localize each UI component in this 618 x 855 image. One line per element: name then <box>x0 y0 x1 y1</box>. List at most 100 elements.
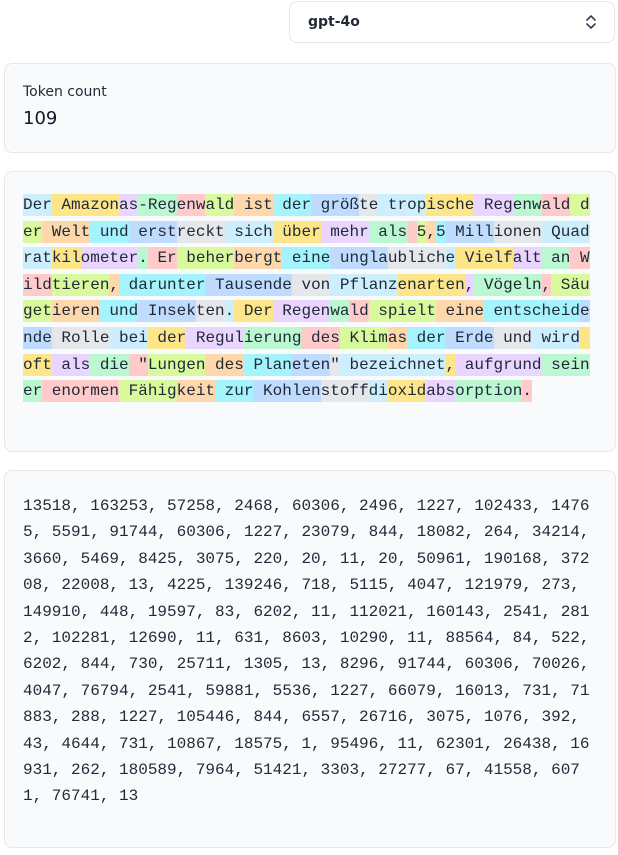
token: ald <box>541 194 571 216</box>
token-count-label: Token count <box>23 84 107 100</box>
token: über <box>272 220 321 243</box>
token: " <box>330 353 340 376</box>
token: Klim <box>339 326 388 349</box>
token: ometer <box>80 247 139 270</box>
token: ungla <box>330 247 388 270</box>
token: , <box>426 220 436 243</box>
token: " <box>128 353 148 376</box>
token: Plan <box>243 353 292 376</box>
token: Insek <box>138 300 196 323</box>
token: der <box>272 194 312 216</box>
token: ische <box>426 194 475 216</box>
token: enw <box>512 194 542 216</box>
token: eten <box>291 353 331 376</box>
token: . <box>138 247 148 270</box>
token: wird <box>531 326 580 349</box>
token: und <box>90 220 129 243</box>
token: , <box>541 273 552 296</box>
token: Mill <box>445 220 494 243</box>
token: Erde <box>445 326 494 349</box>
token: zur <box>215 380 254 403</box>
token: as <box>119 194 139 216</box>
token: . <box>522 380 532 403</box>
token: aufgrund <box>455 353 542 376</box>
tokenized-text: Der Amazonas-Regenwald ist der größte tr… <box>23 192 594 405</box>
token: Amazon <box>51 194 120 216</box>
token: Der <box>23 194 52 216</box>
token: ald <box>205 194 235 216</box>
token: alt <box>512 247 542 270</box>
token: stoff <box>320 380 369 403</box>
token-ids-text: 13518, 163253, 57258, 2468, 60306, 2496,… <box>23 497 590 806</box>
token: ionen <box>493 220 542 243</box>
token: -Reg <box>138 194 177 216</box>
model-select[interactable]: gpt-4o <box>289 1 615 43</box>
token: as <box>387 326 408 349</box>
token: darunter <box>119 273 206 296</box>
token: beher <box>176 247 235 270</box>
token: Regen <box>272 300 331 323</box>
token-ids-card: 13518, 163253, 57258, 2468, 60306, 2496,… <box>4 470 616 848</box>
token: ld <box>349 300 369 323</box>
token: Rolle <box>51 326 110 349</box>
token: oxid <box>387 380 427 403</box>
token: Tausende <box>205 273 292 296</box>
tokenized-text-card: Der Amazonas-Regenwald ist der größte tr… <box>4 171 616 452</box>
token: Pflanz <box>330 273 398 296</box>
token: e <box>445 247 456 270</box>
token: mehr <box>320 220 369 243</box>
token: Der <box>234 300 273 323</box>
token-count-value: 109 <box>23 108 58 129</box>
token: , <box>464 273 475 296</box>
token: Fähig <box>119 380 177 403</box>
token: und <box>493 326 532 349</box>
token: Kohlen <box>253 380 321 403</box>
token: ieren <box>51 300 100 323</box>
token: reckt <box>176 220 225 243</box>
token <box>407 220 417 243</box>
token: des <box>205 353 244 376</box>
token: der <box>407 326 446 349</box>
token: der <box>147 326 187 349</box>
token: erst <box>128 220 177 243</box>
token: von <box>291 273 331 296</box>
token: eine <box>435 300 484 323</box>
token: abs <box>426 380 456 403</box>
token: Vielf <box>455 247 513 270</box>
token: an <box>541 247 571 270</box>
token: entscheid <box>483 300 580 323</box>
token: ierung <box>243 326 302 349</box>
token: Er <box>147 247 177 270</box>
token: 5 <box>435 220 446 243</box>
token: , <box>445 353 456 376</box>
token-count-card: Token count 109 <box>4 63 616 153</box>
model-select-value: gpt-4o <box>308 14 360 30</box>
token: des <box>301 326 340 349</box>
token: größ <box>311 194 360 216</box>
token: bezeichnet <box>339 353 446 376</box>
token: Welt <box>42 220 91 243</box>
chevron-up-down-icon <box>586 15 596 29</box>
token: kil <box>51 247 81 270</box>
token: te <box>359 194 379 216</box>
token: di <box>368 380 388 403</box>
token: enw <box>176 194 206 216</box>
token: tieren <box>51 273 110 296</box>
token: als <box>51 353 91 376</box>
token: sich <box>224 220 273 243</box>
token: enormen <box>42 380 120 403</box>
token: wa <box>330 300 350 323</box>
token: Lungen <box>147 353 206 376</box>
token: spielt <box>368 300 436 323</box>
token: Vögeln <box>474 273 542 296</box>
token: , <box>109 273 120 296</box>
token: und <box>99 300 139 323</box>
token: Reg <box>474 194 513 216</box>
token: 5 <box>416 220 427 243</box>
token: . <box>224 300 235 323</box>
token: ist <box>234 194 273 216</box>
token: orption <box>455 380 523 403</box>
token: ublich <box>387 247 446 270</box>
token: bei <box>109 326 148 349</box>
token: ten <box>195 300 225 323</box>
